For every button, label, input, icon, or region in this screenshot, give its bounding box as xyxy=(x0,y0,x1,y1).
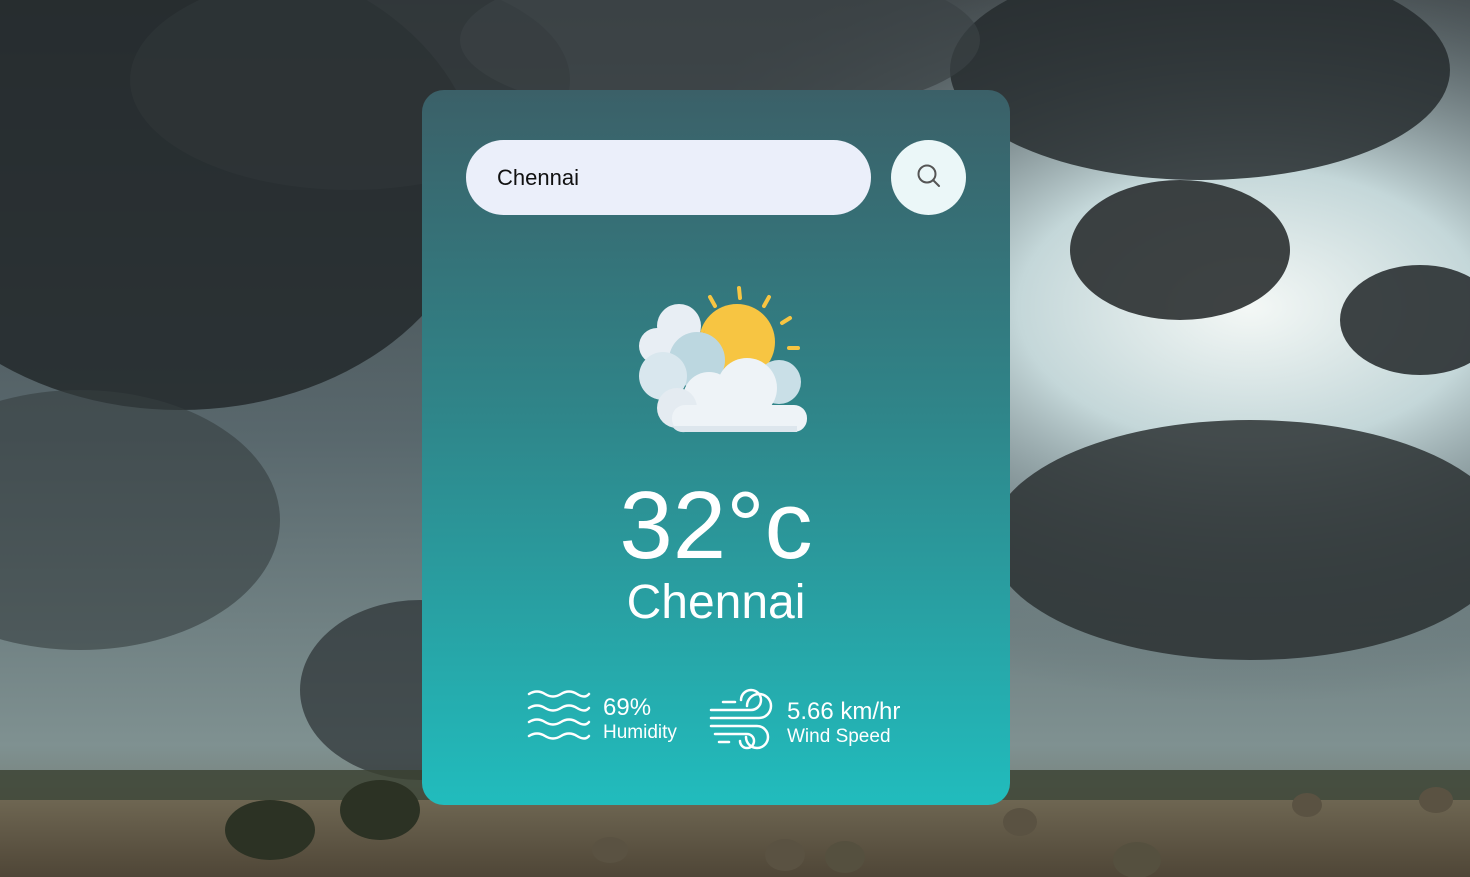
humidity-label: Humidity xyxy=(603,721,677,743)
partly-cloudy-icon xyxy=(627,280,807,440)
wind-section: 5.66 km/hr Wind Speed xyxy=(709,688,900,757)
wind-label: Wind Speed xyxy=(787,725,891,747)
city-search-input[interactable] xyxy=(466,140,871,215)
wind-value: 5.66 km/hr xyxy=(787,697,901,725)
search-button[interactable] xyxy=(891,140,966,215)
weather-details: 69% Humidity 5.66 km/hr Wind Speed xyxy=(422,688,1010,758)
temperature: 32°c xyxy=(619,472,813,579)
humidity-value: 69% xyxy=(603,693,652,721)
city-name: Chennai xyxy=(626,576,806,629)
humidity-icon xyxy=(527,688,591,749)
weather-card: 32°c Chennai 69% Humidity xyxy=(422,90,1010,805)
wind-icon xyxy=(709,688,775,757)
humidity-section: 69% Humidity xyxy=(527,688,677,749)
search-icon xyxy=(916,163,942,192)
